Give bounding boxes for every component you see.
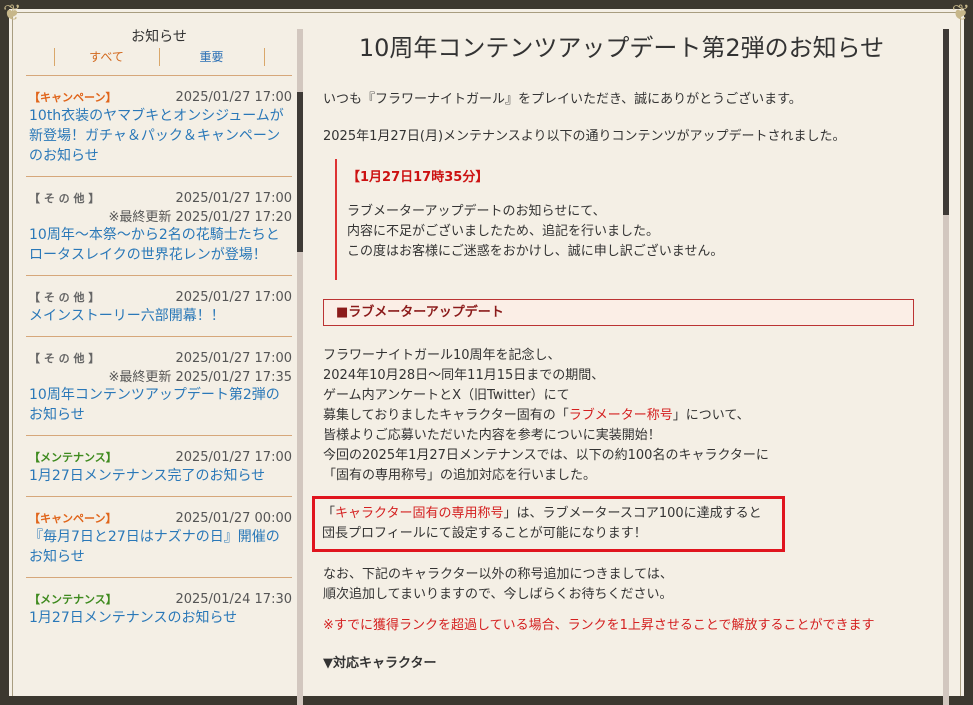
news-date: 2025/01/24 17:30	[175, 592, 292, 607]
tab-all[interactable]: すべて	[53, 48, 159, 66]
corner-ornament-icon: ❦	[951, 1, 970, 26]
intro-text: 2025年1月27日(月)メンテナンスより以下の通りコンテンツがアップデートされ…	[323, 129, 846, 144]
highlight-line: 団長プロフィールにて設定することが可能になります！	[322, 526, 647, 541]
unique-title-term: キャラクター固有の専用称号	[335, 506, 504, 521]
body-line: 順次追加してまいりますので、今しばらくお待ちください。	[323, 587, 673, 602]
news-item[interactable]: 【メンテナンス】 2025/01/24 17:30 1月27日メンテナンスのお知ら…	[26, 577, 292, 638]
news-title-link[interactable]: 10周年コンテンツアップデート第2弾のお知らせ	[29, 385, 292, 425]
news-category: 【 そ の 他 】	[29, 291, 100, 304]
news-category: 【メンテナンス】	[29, 451, 117, 464]
highlight-box: 「キャラクター固有の専用称号」は、ラブメータースコア100に達成すると 団長プロ…	[312, 496, 785, 552]
main-scrollbar-thumb[interactable]	[943, 29, 949, 215]
news-item[interactable]: 【 そ の 他 】 2025/01/27 17:00 ※最終更新 2025/01/…	[26, 336, 292, 435]
body-line: フラワーナイトガール10周年を記念し、	[323, 348, 561, 363]
body-line: なお、下記のキャラクター以外の称号追加につきましては、	[323, 567, 673, 582]
body-text-part: 募集しておりましたキャラクター固有の「	[323, 408, 569, 423]
news-date: 2025/01/27 17:00	[175, 351, 292, 366]
page-title: 10周年コンテンツアップデート第2弾のお知らせ	[358, 34, 885, 62]
target-characters-heading: ▼対応キャラクター	[323, 656, 437, 671]
news-item[interactable]: 【キャンペーン】 2025/01/27 00:00 『毎月7日と27日はナズナの日…	[26, 496, 292, 577]
news-category: 【キャンペーン】	[29, 512, 117, 525]
news-sidebar: お知らせ すべて 重要 【キャンペーン】 2025/01/27 17:00 10t…	[26, 22, 292, 705]
body-text-part: 「	[322, 506, 336, 521]
body-text-part: 」は、ラブメータースコア100に達成すると	[503, 506, 762, 521]
news-date: 2025/01/27 00:00	[175, 511, 292, 526]
after-text: なお、下記のキャラクター以外の称号追加につきましては、 順次追加してまいりますの…	[323, 565, 923, 605]
news-date: 2025/01/27 17:00	[175, 90, 292, 105]
body-line: 皆様よりご応募いただいた内容を参考についに実装開始！	[323, 428, 661, 443]
body-text: フラワーナイトガール10周年を記念し、 2024年10月28日～同年11月15日…	[323, 346, 923, 486]
news-category: 【 そ の 他 】	[29, 192, 100, 205]
body-line: ゲーム内アンケートとX（旧Twitter）にて	[323, 388, 570, 403]
notice-line: この度はお客様にご迷惑をおかけし、誠に申し訳ございません。	[347, 244, 724, 259]
news-list: 【キャンペーン】 2025/01/27 17:00 10th衣装のヤマブキとオンシ…	[26, 75, 292, 638]
news-category: 【キャンペーン】	[29, 91, 117, 104]
news-category: 【メンテナンス】	[29, 593, 117, 606]
love-meter-title-term: ラブメーター称号	[568, 408, 673, 423]
news-title-link[interactable]: 10周年～本祭～から2名の花騎士たちとロータスレイクの世界花レンが登場！	[29, 225, 292, 265]
notice-line: 内容に不足がございましたため、追記を行いました。	[347, 224, 660, 239]
article-panel: 10周年コンテンツアップデート第2弾のお知らせ いつも『フラワーナイトガール』を…	[305, 22, 938, 705]
body-line: 募集しておりましたキャラクター固有の「ラブメーター称号」について、	[323, 406, 923, 426]
sidebar-title: お知らせ	[131, 29, 187, 45]
news-title-link[interactable]: メインストーリー六部開幕！！	[29, 306, 292, 326]
news-updated: ※最終更新 2025/01/27 17:35	[108, 370, 292, 385]
notice-box: 【1月27日17時35分】 ラブメーターアップデートのお知らせにて、 内容に不足…	[335, 159, 923, 280]
news-date: 2025/01/27 17:00	[175, 450, 292, 465]
intro-text: いつも『フラワーナイトガール』をプレイいただき、誠にありがとうございます。	[323, 92, 802, 107]
article-content: いつも『フラワーナイトガール』をプレイいただき、誠にありがとうございます。 20…	[312, 90, 923, 674]
corner-ornament-icon: ❦	[3, 1, 22, 26]
sidebar-scrollbar-thumb[interactable]	[297, 92, 303, 252]
tab-important[interactable]: 重要	[158, 48, 265, 66]
news-title-link[interactable]: 『毎月7日と27日はナズナの日』開催のお知らせ	[29, 527, 292, 567]
news-item[interactable]: 【 そ の 他 】 2025/01/27 17:00 メインストーリー六部開幕！！	[26, 275, 292, 336]
news-title-link[interactable]: 1月27日メンテナンス完了のお知らせ	[29, 466, 292, 486]
notice-heading: 【1月27日17時35分】	[347, 170, 489, 185]
news-date: 2025/01/27 17:00	[175, 191, 292, 206]
body-line: 2024年10月28日～同年11月15日までの期間、	[323, 368, 605, 383]
body-line: 「固有の専用称号」の追加対応を行いました。	[323, 468, 597, 483]
news-date: 2025/01/27 17:00	[175, 290, 292, 305]
news-item[interactable]: 【キャンペーン】 2025/01/27 17:00 10th衣装のヤマブキとオンシ…	[26, 75, 292, 176]
body-text-part: 」について、	[672, 408, 750, 423]
body-line: 今回の2025年1月27日メンテナンスでは、以下の約100名のキャラクターに	[323, 448, 769, 463]
highlight-line: 「キャラクター固有の専用称号」は、ラブメータースコア100に達成すると	[322, 504, 762, 524]
news-title-link[interactable]: 10th衣装のヤマブキとオンシジュームが新登場！ガチャ＆パック＆キャンペーンのお…	[29, 106, 292, 166]
news-title-link[interactable]: 1月27日メンテナンスのお知らせ	[29, 608, 292, 628]
news-category: 【 そ の 他 】	[29, 352, 100, 365]
section-heading: ■ラブメーターアップデート	[323, 299, 914, 326]
red-note: ※すでに獲得ランクを超過している場合、ランクを1上昇させることで解放することがで…	[323, 618, 875, 633]
notice-line: ラブメーターアップデートのお知らせにて、	[347, 204, 606, 219]
news-updated: ※最終更新 2025/01/27 17:20	[108, 210, 292, 225]
news-item[interactable]: 【 そ の 他 】 2025/01/27 17:00 ※最終更新 2025/01/…	[26, 176, 292, 275]
sidebar-tabs: すべて 重要	[26, 48, 292, 66]
news-item[interactable]: 【メンテナンス】 2025/01/27 17:00 1月27日メンテナンス完了のお…	[26, 435, 292, 496]
